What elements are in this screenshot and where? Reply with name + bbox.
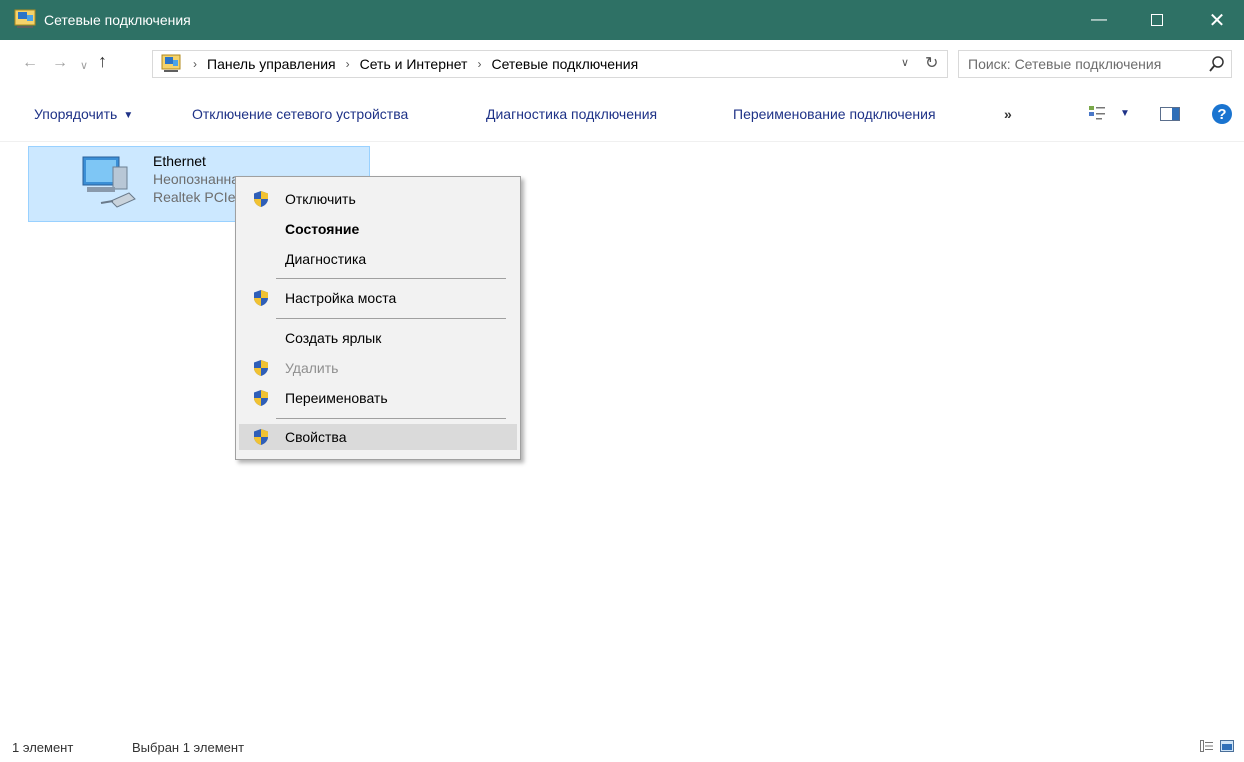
menu-item-create-shortcut[interactable]: Создать ярлык	[239, 325, 517, 351]
address-bar[interactable]: › Панель управления › Сеть и Интернет › …	[152, 50, 948, 78]
menu-item-label: Настройка моста	[285, 290, 397, 306]
close-icon: ✕	[1208, 9, 1226, 32]
chevron-right-icon[interactable]: ›	[477, 57, 481, 71]
diagnose-connection-button[interactable]: Диагностика подключения	[486, 106, 657, 122]
close-button[interactable]: ✕	[1190, 0, 1244, 40]
forward-button[interactable]: →	[52, 54, 68, 72]
disable-device-button[interactable]: Отключение сетевого устройства	[192, 106, 408, 122]
preview-pane-icon[interactable]	[1160, 107, 1180, 121]
chevron-down-icon[interactable]: ∨	[901, 56, 909, 69]
uac-shield-icon	[254, 390, 268, 406]
organize-button[interactable]: Упорядочить ▼	[34, 106, 133, 122]
content-area: Ethernet Неопознанная сеть Realtek PCIe …	[0, 142, 1244, 732]
uac-shield-icon	[254, 429, 268, 445]
context-menu: Отключить Состояние Диагностика Настройк…	[235, 176, 521, 460]
breadcrumb-item-network-connections[interactable]: Сетевые подключения	[491, 56, 638, 72]
menu-item-delete[interactable]: Удалить	[239, 355, 517, 381]
menu-item-label: Переименовать	[285, 390, 388, 406]
more-commands-button[interactable]: »	[1004, 106, 1012, 122]
address-row: ← → ∨ ↑ › Панель управления › Сеть и Инт…	[0, 40, 1244, 86]
menu-item-status[interactable]: Состояние	[239, 216, 517, 242]
chevron-right-icon: ›	[193, 57, 197, 71]
menu-separator	[276, 418, 506, 419]
menu-item-bridge[interactable]: Настройка моста	[239, 285, 517, 311]
help-icon[interactable]: ?	[1212, 104, 1232, 124]
menu-item-rename[interactable]: Переименовать	[239, 385, 517, 411]
uac-shield-icon	[254, 191, 268, 207]
search-input[interactable]: Поиск: Сетевые подключения	[958, 50, 1232, 78]
search-icon	[1209, 56, 1224, 72]
menu-item-label: Состояние	[285, 221, 360, 237]
back-button[interactable]: ←	[22, 54, 38, 72]
maximize-button[interactable]	[1130, 0, 1184, 40]
uac-shield-icon	[254, 360, 268, 376]
recent-locations-button[interactable]: ∨	[80, 59, 88, 72]
uac-shield-icon	[254, 290, 268, 306]
refresh-icon[interactable]: ↻	[925, 53, 938, 73]
rename-connection-button[interactable]: Переименование подключения	[733, 106, 936, 122]
large-icons-view-icon[interactable]	[1220, 740, 1234, 752]
organize-label: Упорядочить	[34, 106, 118, 122]
connection-name: Ethernet	[153, 153, 206, 169]
breadcrumb: › Панель управления › Сеть и Интернет › …	[183, 56, 638, 72]
change-view-icon[interactable]	[1088, 104, 1106, 122]
minimize-icon: —	[1091, 11, 1107, 28]
title-bar: Сетевые подключения — ✕	[0, 0, 1244, 40]
menu-separator	[276, 318, 506, 319]
view-dropdown-icon[interactable]: ▼	[1120, 108, 1130, 119]
maximize-icon	[1151, 14, 1163, 26]
dropdown-arrow-icon: ▼	[123, 110, 134, 121]
menu-item-label: Диагностика	[285, 251, 367, 267]
menu-item-disable[interactable]: Отключить	[239, 186, 517, 212]
menu-item-properties[interactable]: Свойства	[239, 424, 517, 450]
menu-item-label: Отключить	[285, 191, 356, 207]
window-title: Сетевые подключения	[44, 12, 191, 28]
menu-item-label: Свойства	[285, 429, 347, 445]
menu-item-label: Удалить	[285, 360, 339, 376]
menu-separator	[276, 278, 506, 279]
minimize-button[interactable]: —	[1072, 0, 1126, 40]
selected-count: Выбран 1 элемент	[132, 740, 245, 755]
network-connections-icon	[14, 9, 36, 28]
details-view-icon[interactable]	[1200, 740, 1214, 752]
item-count: 1 элемент	[12, 740, 74, 755]
command-bar: Упорядочить ▼ Отключение сетевого устройс…	[0, 86, 1244, 142]
ethernet-adapter-icon	[82, 156, 136, 208]
breadcrumb-item-control-panel[interactable]: Панель управления	[207, 56, 336, 72]
control-panel-icon	[161, 54, 181, 72]
chevron-right-icon[interactable]: ›	[346, 57, 350, 71]
menu-item-diagnostics[interactable]: Диагностика	[239, 246, 517, 272]
status-bar: 1 элемент Выбран 1 элемент	[0, 732, 1244, 762]
up-button[interactable]: ↑	[98, 51, 107, 72]
search-placeholder: Поиск: Сетевые подключения	[968, 56, 1162, 72]
breadcrumb-item-network-internet[interactable]: Сеть и Интернет	[360, 56, 468, 72]
menu-item-label: Создать ярлык	[285, 330, 382, 346]
